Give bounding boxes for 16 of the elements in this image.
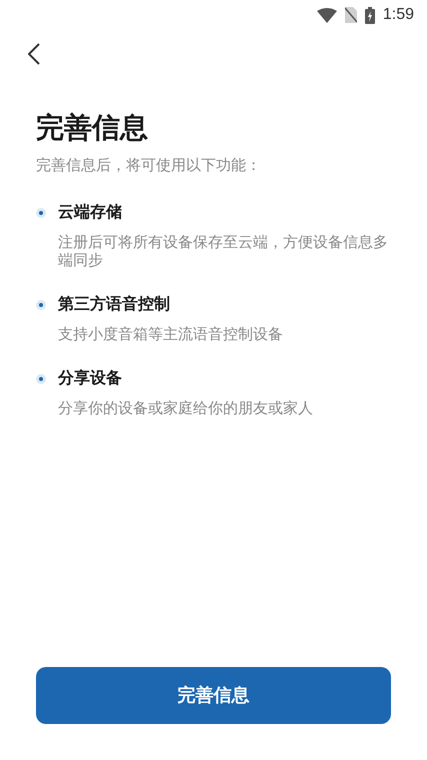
feature-description: 支持小度音箱等主流语音控制设备	[58, 326, 284, 344]
battery-charging-icon	[364, 6, 375, 24]
feature-title: 分享设备	[58, 368, 122, 389]
feature-description: 分享你的设备或家庭给你的朋友或家人	[58, 400, 314, 418]
bullet-icon	[36, 300, 46, 310]
bullet-icon	[36, 208, 46, 218]
wifi-icon	[316, 8, 337, 22]
feature-title: 第三方语音控制	[58, 294, 170, 315]
feature-title: 云端存储	[58, 202, 122, 223]
feature-description: 注册后可将所有设备保存至云端，方便设备信息多端同步	[58, 234, 389, 270]
page-title: 完善信息	[36, 111, 149, 145]
no-sim-icon	[344, 7, 357, 23]
bullet-icon	[36, 374, 46, 384]
page-subtitle: 完善信息后，将可使用以下功能：	[36, 156, 262, 176]
complete-info-button[interactable]: 完善信息	[36, 667, 391, 724]
status-time: 1:59	[382, 5, 414, 25]
